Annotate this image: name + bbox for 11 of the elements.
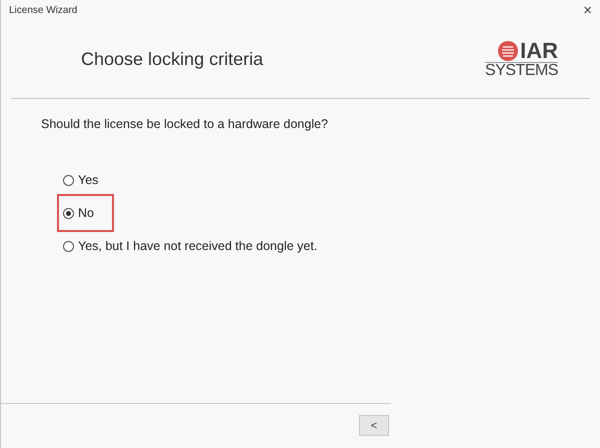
page-heading: Choose locking criteria bbox=[81, 48, 264, 70]
close-button[interactable]: × bbox=[583, 2, 592, 18]
radio-option[interactable]: Yes, but I have not received the dongle yet. bbox=[59, 233, 322, 259]
question-text: Should the license be locked to a hardware dongle? bbox=[41, 117, 330, 131]
window-title: License Wizard bbox=[9, 4, 78, 16]
logo-text: IAR bbox=[520, 40, 558, 62]
logo-subtext: SYSTEMS bbox=[485, 62, 558, 78]
radio-option[interactable]: Yes bbox=[59, 167, 102, 193]
radio-option[interactable]: No bbox=[59, 196, 112, 230]
back-button[interactable]: < bbox=[359, 415, 389, 436]
logo-icon bbox=[497, 40, 520, 62]
